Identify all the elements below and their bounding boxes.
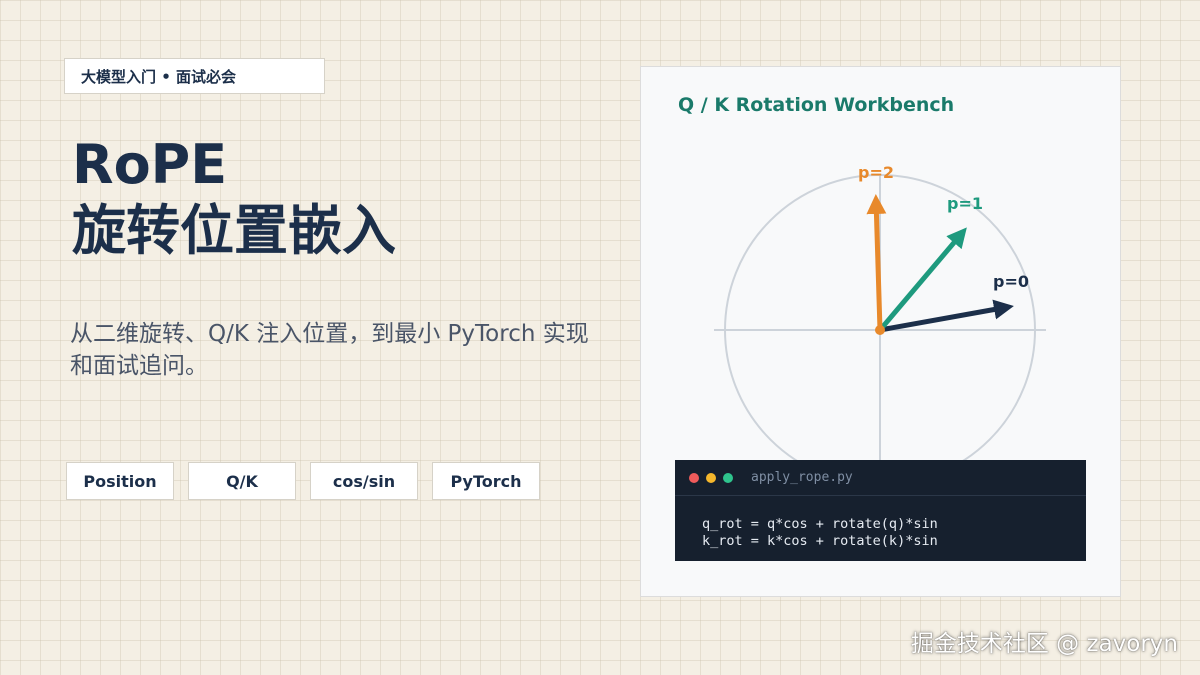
code-line-k: k_rot = k*cos + rotate(k)*sin (702, 533, 938, 549)
label-p1: p=1 (947, 194, 983, 213)
close-dot-icon (689, 472, 699, 483)
code-window-titlebar: apply_rope.py (675, 460, 1086, 496)
label-p2: p=2 (858, 163, 894, 182)
maximize-dot-icon (723, 472, 733, 483)
origin-point (875, 325, 885, 335)
code-window: apply_rope.py q_rot = q*cos + rotate(q)*… (675, 460, 1086, 561)
watermark: 掘金技术社区 @ zavoryn (910, 631, 1178, 657)
code-body: q_rot = q*cos + rotate(q)*sin k_rot = k*… (675, 496, 1086, 550)
minimize-dot-icon (706, 472, 716, 483)
label-p0: p=0 (993, 272, 1029, 291)
code-line-q: q_rot = q*cos + rotate(q)*sin (702, 516, 938, 532)
code-filename: apply_rope.py (751, 470, 853, 485)
rotation-diagram: p=0 p=1 p=2 (714, 163, 1046, 486)
